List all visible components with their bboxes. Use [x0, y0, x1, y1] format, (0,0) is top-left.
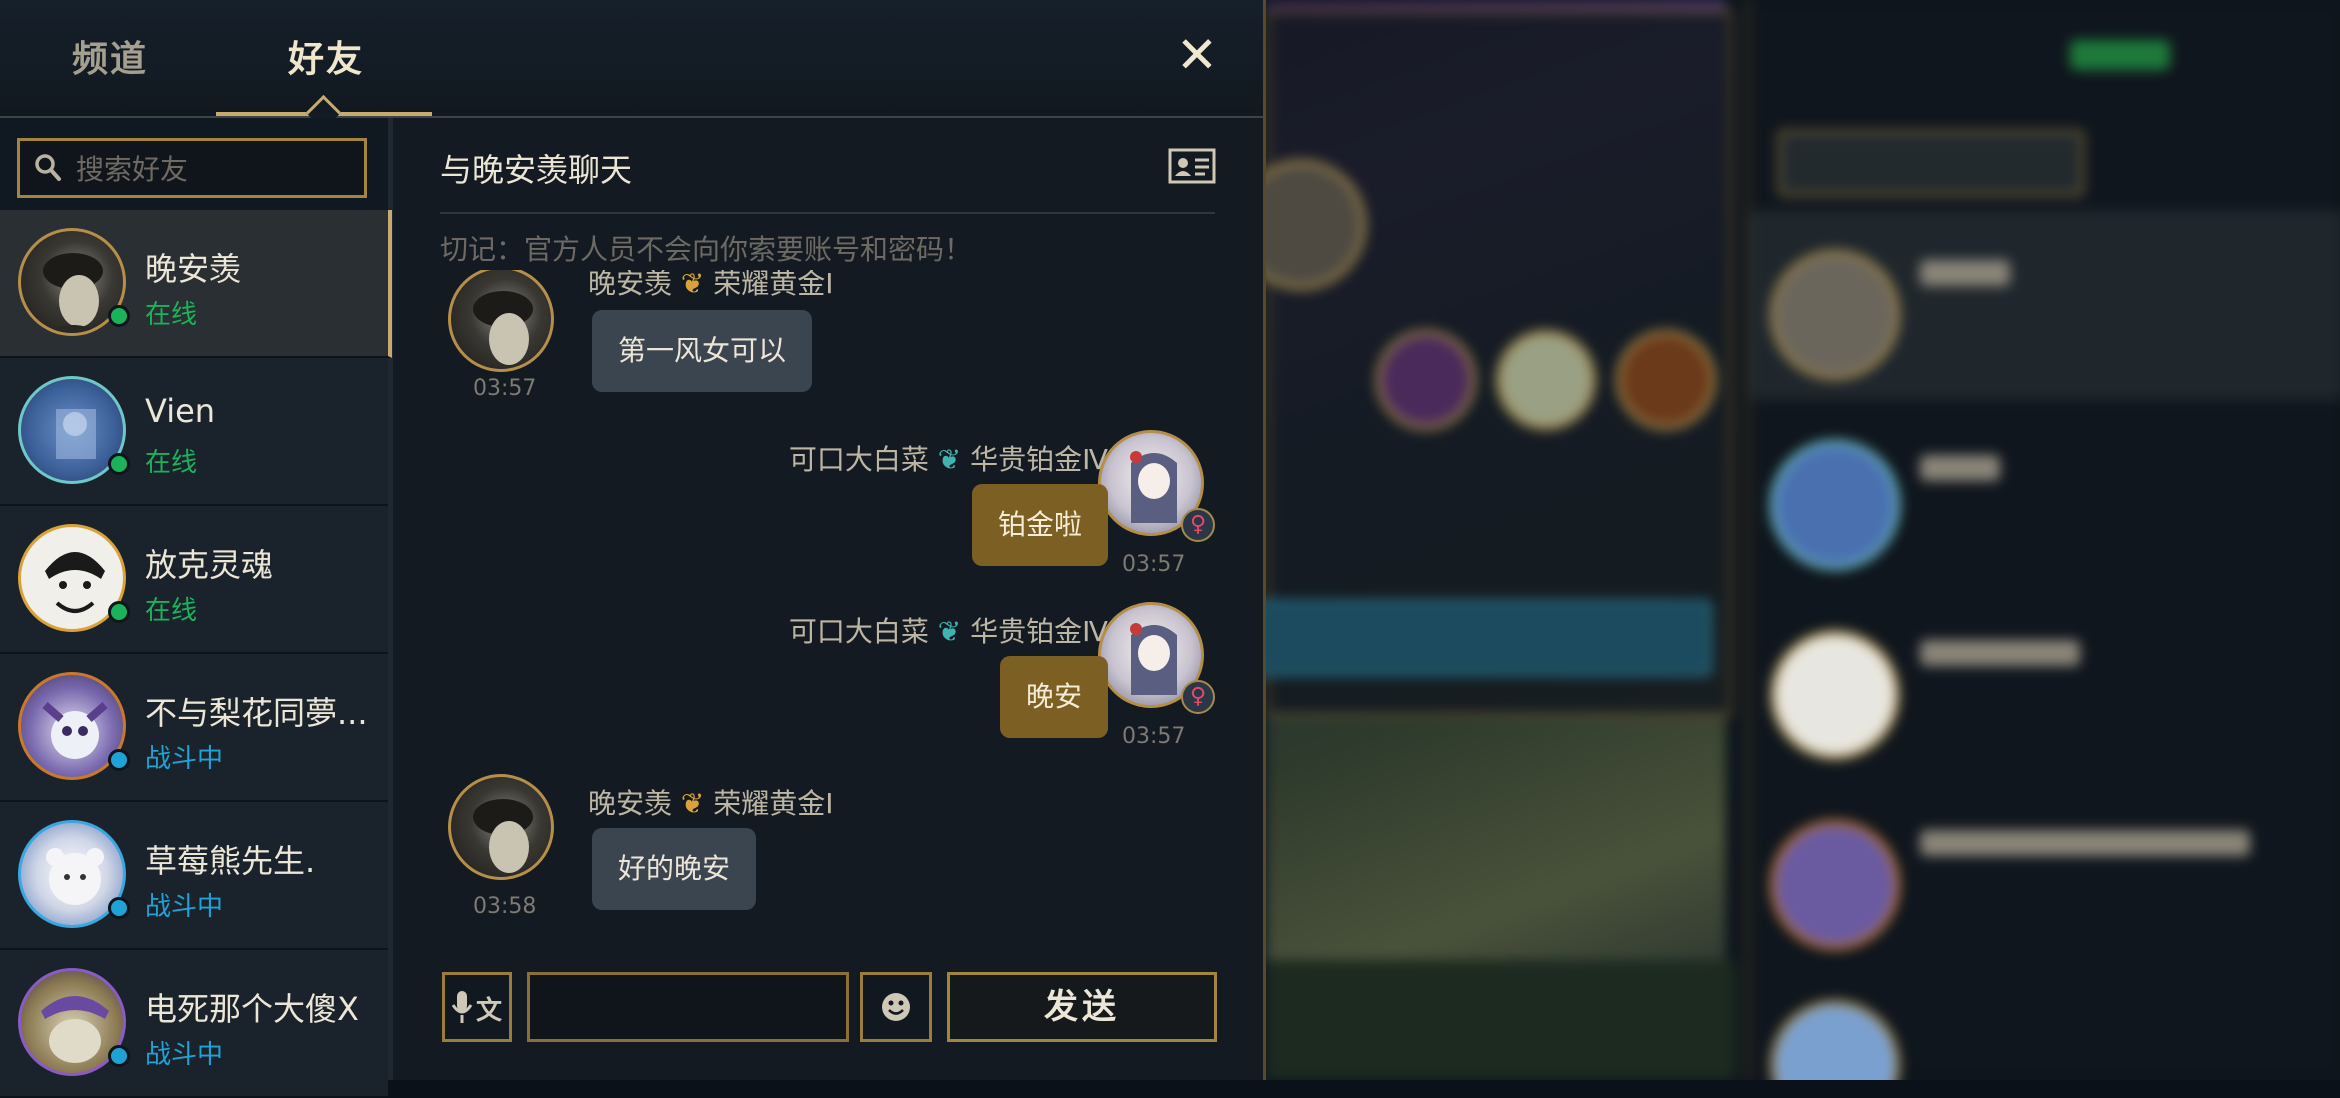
background-avatar — [1770, 630, 1900, 760]
background-text — [1920, 640, 2080, 666]
sender-rank: 华贵铂金Ⅳ — [970, 443, 1108, 476]
background-avatar — [1616, 330, 1716, 430]
voice-text-label: 文 — [476, 996, 503, 1026]
message-sender: 晚安羡 ❦ 荣耀黄金Ⅰ — [588, 270, 834, 302]
friend-name: 电死那个大傻X — [145, 990, 359, 1028]
friend-status: 战斗中 — [145, 1040, 224, 1070]
avatar[interactable] — [448, 270, 554, 372]
background-avatar — [1770, 250, 1900, 380]
message-list[interactable]: 晚安羡 ❦ 荣耀黄金Ⅰ 第一风女可以 03:57 可口大白菜 ❦ 华贵铂金Ⅳ ♀… — [400, 270, 1240, 930]
smiley-icon — [882, 993, 910, 1021]
search-box[interactable] — [17, 138, 367, 198]
header-divider — [440, 212, 1215, 214]
background-avatar — [1496, 330, 1596, 430]
background-bottom-bar — [1266, 960, 1736, 1080]
background-avatar — [1770, 440, 1900, 570]
chat-title: 与晚安羡聊天 — [440, 151, 633, 189]
voice-to-text-button[interactable]: 文 — [442, 972, 512, 1042]
gold-rank-icon: ❦ — [680, 270, 705, 300]
status-dot — [108, 305, 130, 327]
friend-item[interactable]: 草莓熊先生. 战斗中 — [0, 802, 388, 950]
tab-friends[interactable]: 好友 — [288, 30, 364, 82]
friend-item[interactable]: 放克灵魂 在线 — [0, 506, 388, 654]
message-bubble[interactable]: 晚安 — [999, 656, 1108, 738]
security-warning: 切记：官方人员不会向你索要账号和密码！ — [440, 233, 973, 266]
message-time: 03:57 — [1122, 552, 1186, 577]
friend-name: 不与梨花同夢... — [145, 694, 368, 732]
friend-status: 在线 — [145, 448, 198, 478]
sender-rank: 华贵铂金Ⅳ — [970, 615, 1108, 648]
background-dropdown — [1778, 130, 2084, 196]
friend-item[interactable]: Vien 在线 — [0, 358, 388, 506]
message-bubble[interactable]: 第一风女可以 — [592, 310, 813, 392]
message-sender: 晚安羡 ❦ 荣耀黄金Ⅰ — [588, 782, 834, 822]
avatar[interactable] — [448, 774, 554, 880]
close-button[interactable]: ✕ — [1176, 30, 1218, 80]
friend-name: 晚安羡 — [145, 250, 242, 288]
friend-item[interactable]: 电死那个大傻X 战斗中 — [0, 950, 388, 1098]
friend-status: 战斗中 — [145, 744, 224, 774]
background-friend-list — [1746, 0, 2340, 1080]
sender-rank: 荣耀黄金Ⅰ — [713, 787, 834, 820]
message-sender: 可口大白菜 ❦ 华贵铂金Ⅳ — [789, 438, 1108, 478]
friend-name: 放克灵魂 — [145, 546, 274, 584]
status-dot — [108, 453, 130, 475]
profile-card-icon[interactable] — [1168, 148, 1216, 184]
background-button — [1266, 600, 1712, 676]
background-avatar — [1770, 1000, 1900, 1080]
tab-channel[interactable]: 频道 — [72, 30, 148, 82]
send-button[interactable]: 发送 — [947, 972, 1217, 1042]
female-gender-icon: ♀ — [1181, 680, 1215, 714]
friend-name: Vien — [145, 392, 216, 430]
sender-name: 可口大白菜 — [788, 443, 929, 476]
platinum-rank-icon: ❦ — [937, 443, 962, 476]
sender-name: 晚安羡 — [588, 270, 673, 300]
background-text — [1920, 830, 2250, 856]
message-input[interactable] — [527, 972, 849, 1042]
status-dot — [108, 897, 130, 919]
platinum-rank-icon: ❦ — [937, 615, 962, 648]
blurred-lobby-background — [1266, 0, 2340, 1080]
message-sender: 可口大白菜 ❦ 华贵铂金Ⅳ — [789, 610, 1108, 650]
message-bubble[interactable]: 铂金啦 — [971, 484, 1108, 566]
background-avatar — [1376, 330, 1476, 430]
status-dot — [108, 1045, 130, 1067]
search-input[interactable] — [74, 147, 358, 191]
sender-name: 晚安羡 — [588, 787, 673, 820]
friend-list: 晚安羡 在线 Vien 在线 放克灵魂 在线 不与梨花同夢... 战斗 — [0, 118, 393, 1098]
friend-item[interactable]: 晚安羡 在线 — [0, 210, 392, 358]
emoji-button[interactable] — [860, 972, 932, 1042]
friends-chat-panel: 频道 好友 ✕ 晚安羡 在线 Vien 在线 — [0, 0, 1266, 1098]
background-avatar — [1770, 820, 1900, 950]
status-dot — [108, 749, 130, 771]
friend-name: 草莓熊先生. — [145, 842, 316, 880]
background-text — [1920, 455, 2000, 481]
message-time: 03:57 — [1122, 724, 1186, 749]
sender-name: 可口大白菜 — [788, 615, 929, 648]
blurred-content — [1266, 0, 2340, 1080]
friend-item[interactable]: 不与梨花同夢... 战斗中 — [0, 654, 388, 802]
gold-rank-icon: ❦ — [680, 787, 705, 820]
message-bubble[interactable]: 好的晚安 — [592, 828, 757, 910]
status-dot — [108, 601, 130, 623]
friend-status: 在线 — [145, 300, 198, 330]
tab-bar: 频道 好友 ✕ — [0, 0, 1263, 131]
background-text — [1920, 260, 2010, 286]
sender-rank: 荣耀黄金Ⅰ — [713, 270, 834, 300]
friend-status: 战斗中 — [145, 892, 224, 922]
friend-status: 在线 — [145, 596, 198, 626]
search-icon — [35, 154, 61, 181]
message-time: 03:57 — [473, 376, 537, 401]
message-time: 03:58 — [473, 894, 537, 919]
female-gender-icon: ♀ — [1181, 508, 1215, 542]
background-status — [2070, 40, 2170, 70]
